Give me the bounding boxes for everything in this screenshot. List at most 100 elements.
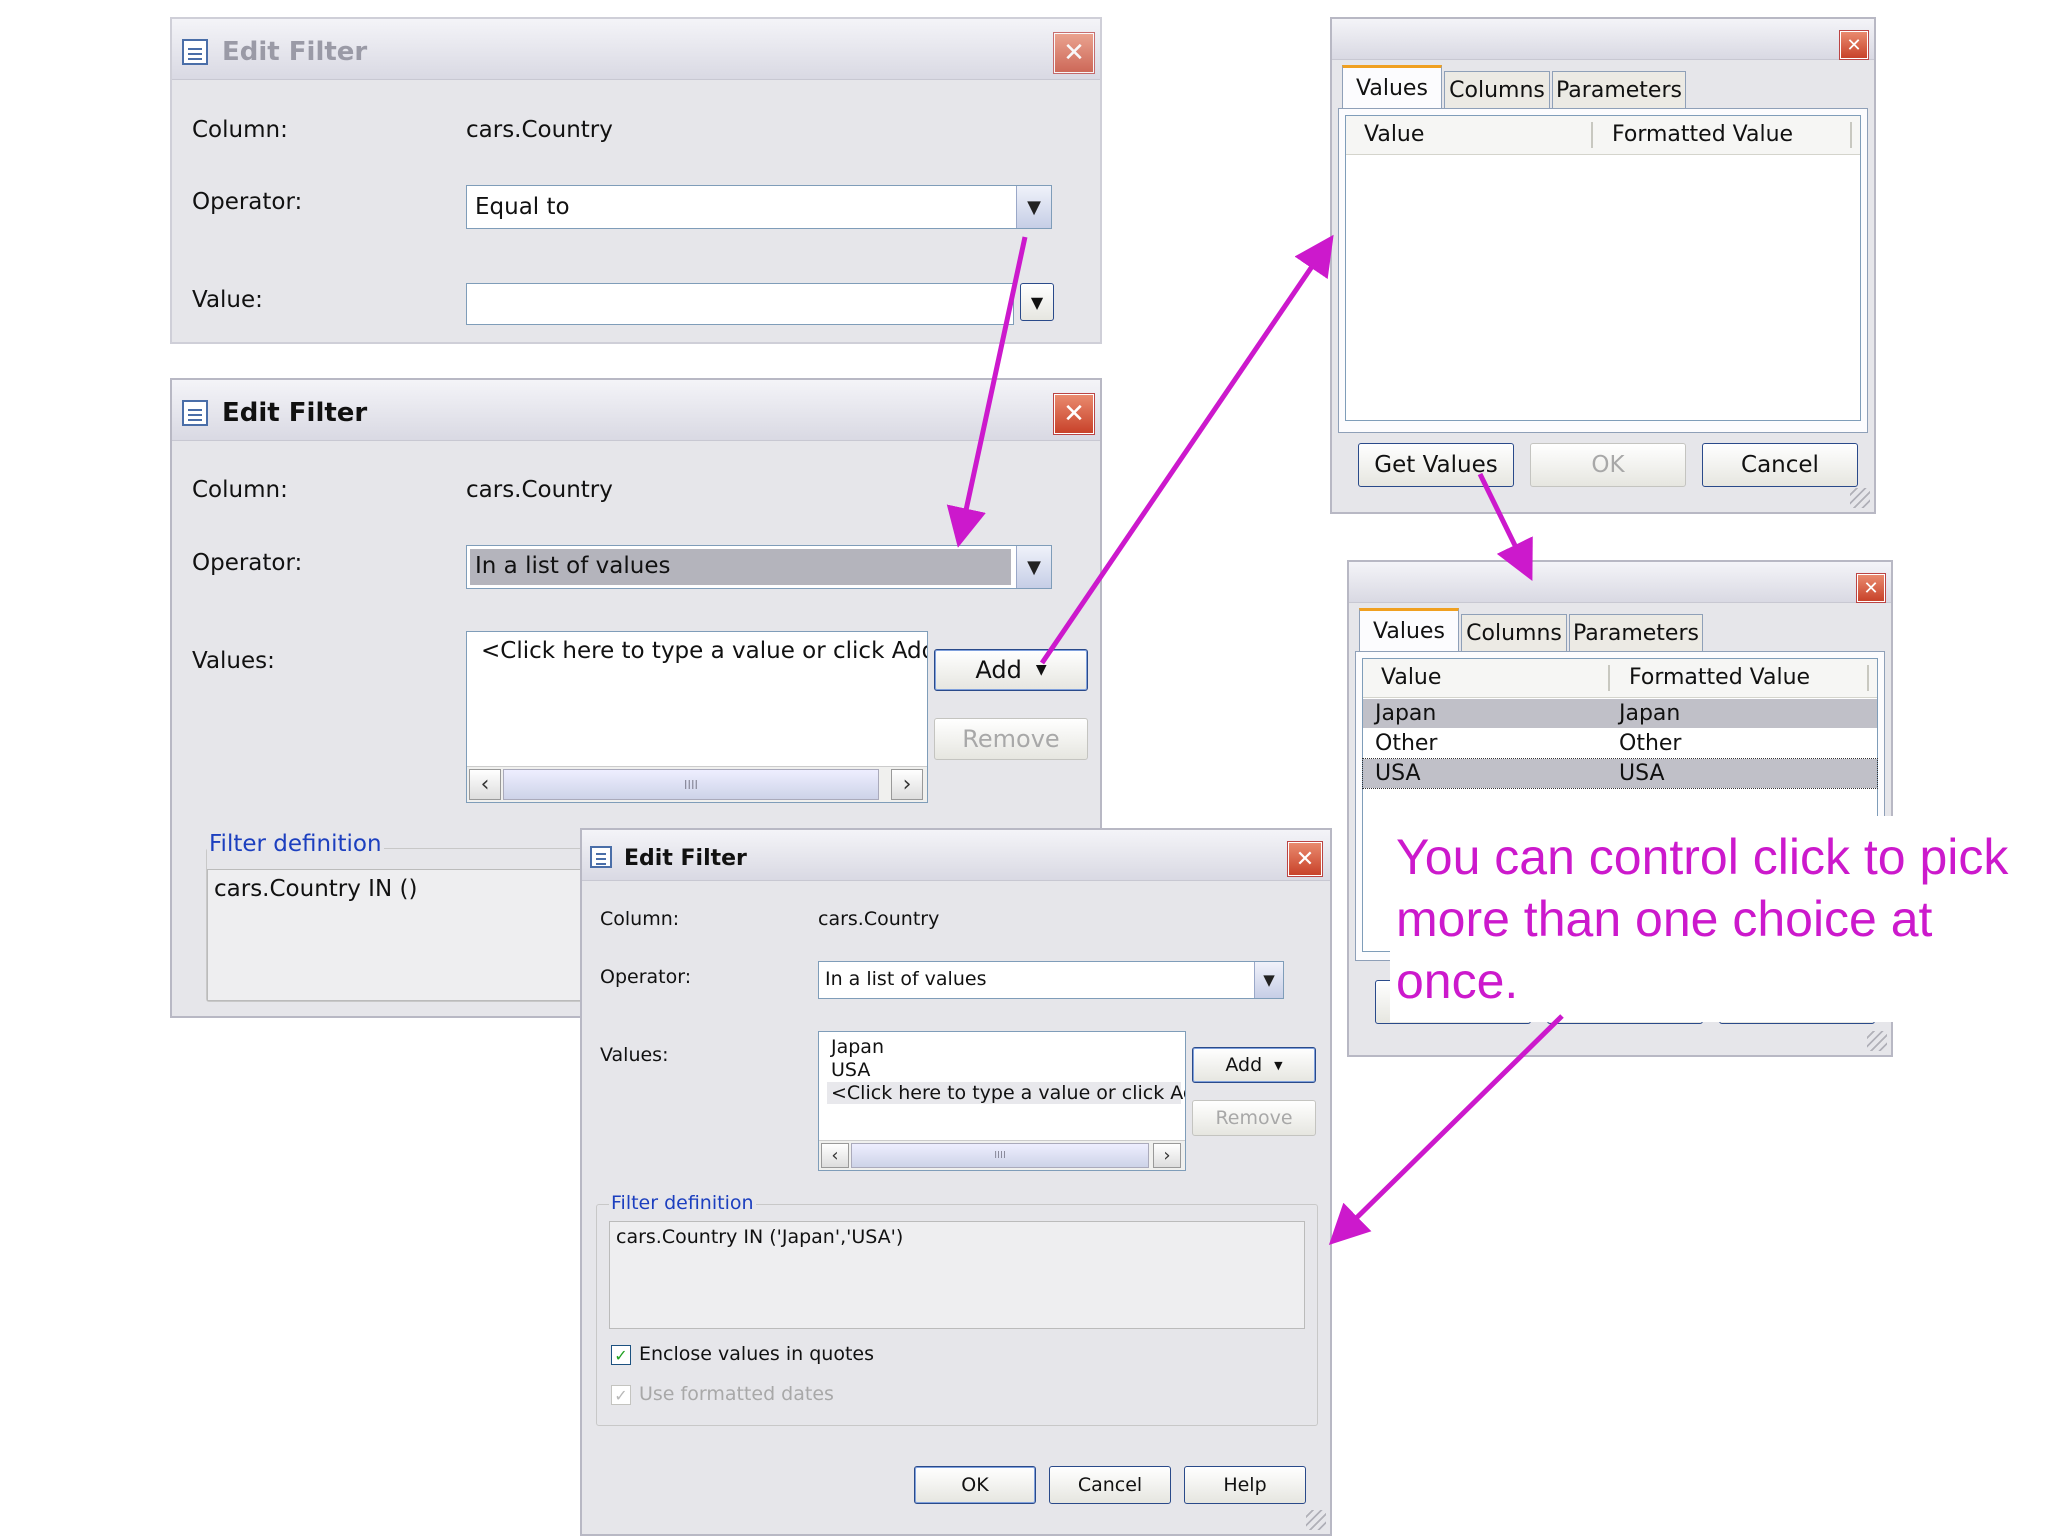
dialog-3-titlebar: Edit Filter ✕ xyxy=(582,830,1330,881)
values-listview[interactable]: Value Formatted Value xyxy=(1345,115,1861,421)
values-label: Values: xyxy=(600,1044,669,1066)
col-value-header[interactable]: Value xyxy=(1381,665,1441,690)
enclose-quotes-label[interactable]: Enclose values in quotes xyxy=(639,1343,874,1365)
operator-select[interactable]: Equal to ▼ xyxy=(466,185,1052,229)
col-formatted-header[interactable]: Formatted Value xyxy=(1612,122,1793,147)
enclose-quotes-checkbox[interactable]: ✓ xyxy=(611,1345,631,1365)
value-label: Value: xyxy=(192,287,263,313)
scroll-left-icon[interactable]: ‹ xyxy=(469,769,501,800)
remove-button[interactable]: Remove xyxy=(1192,1100,1316,1136)
formatted-dates-checkbox[interactable]: ✓ xyxy=(611,1385,631,1405)
tab-columns[interactable]: Columns xyxy=(1444,71,1550,109)
filter-definition-text: cars.Country IN ('Japan','USA') xyxy=(616,1226,904,1248)
add-button-label: Add xyxy=(975,656,1022,684)
scroll-thumb[interactable]: IIII xyxy=(851,1143,1149,1168)
col-separator[interactable] xyxy=(1867,665,1869,691)
close-icon[interactable]: ✕ xyxy=(1840,31,1868,59)
edit-filter-dialog-3: Edit Filter ✕ Column: cars.Country Opera… xyxy=(580,828,1332,1536)
operator-select[interactable]: In a list of values ▼ xyxy=(818,961,1284,999)
value-dropdown-button[interactable]: ▼ xyxy=(1020,283,1054,321)
filter-definition-group: Filter definition cars.Country IN ('Japa… xyxy=(596,1192,1318,1426)
close-icon[interactable]: ✕ xyxy=(1857,574,1885,602)
ok-button[interactable]: OK xyxy=(1530,443,1686,487)
row-formatted: Other xyxy=(1619,731,1682,756)
list-item[interactable]: USA xyxy=(831,1059,870,1081)
values-placeholder[interactable]: <Click here to type a value or click Add… xyxy=(827,1082,1185,1104)
row-value: Other xyxy=(1375,731,1438,756)
tab-values[interactable]: Values xyxy=(1342,65,1442,109)
col-separator[interactable] xyxy=(1850,122,1852,148)
scroll-left-icon[interactable]: ‹ xyxy=(821,1143,849,1168)
close-icon[interactable]: ✕ xyxy=(1288,842,1322,876)
add-button[interactable]: Add ▼ xyxy=(1192,1047,1316,1083)
list-item[interactable]: Other Other xyxy=(1363,729,1877,758)
chevron-down-icon: ▼ xyxy=(1274,1058,1283,1072)
operator-select[interactable]: In a list of values ▼ xyxy=(466,545,1052,589)
col-separator[interactable] xyxy=(1591,122,1593,148)
values-list[interactable]: <Click here to type a value or click Add… xyxy=(466,631,928,803)
scroll-right-icon[interactable]: › xyxy=(1153,1143,1181,1168)
filter-definition-box: cars.Country IN ('Japan','USA') xyxy=(609,1221,1305,1329)
values-placeholder[interactable]: <Click here to type a value or click Add… xyxy=(481,638,927,664)
row-value: USA xyxy=(1375,761,1421,786)
col-separator[interactable] xyxy=(1608,665,1610,691)
filter-definition-text: cars.Country IN () xyxy=(214,876,418,902)
get-values-button[interactable]: Get Values xyxy=(1358,443,1514,487)
cancel-button[interactable]: Cancel xyxy=(1049,1466,1171,1504)
column-label: Column: xyxy=(600,908,680,930)
values-label: Values: xyxy=(192,648,275,674)
operator-label: Operator: xyxy=(192,550,303,576)
operator-select-value: Equal to xyxy=(475,194,570,220)
list-item[interactable]: USA USA xyxy=(1362,758,1878,789)
column-label: Column: xyxy=(192,117,288,143)
value-input[interactable] xyxy=(466,283,1014,325)
chevron-down-icon[interactable]: ▼ xyxy=(1016,186,1051,228)
values-list[interactable]: Japan USA <Click here to type a value or… xyxy=(818,1031,1186,1171)
resize-grip[interactable] xyxy=(1850,488,1870,508)
scroll-thumb[interactable]: IIII xyxy=(503,769,879,800)
filter-icon xyxy=(182,400,208,426)
horizontal-scrollbar[interactable]: ‹ IIII › xyxy=(467,766,927,802)
add-button[interactable]: Add ▼ xyxy=(934,649,1088,691)
column-value: cars.Country xyxy=(466,117,613,143)
dialog-3-title: Edit Filter xyxy=(624,846,747,871)
chevron-down-icon[interactable]: ▼ xyxy=(1016,546,1051,588)
filter-icon xyxy=(182,39,208,65)
cancel-button[interactable]: Cancel xyxy=(1702,443,1858,487)
add-button-label: Add xyxy=(1225,1054,1263,1076)
tab-parameters[interactable]: Parameters xyxy=(1552,71,1686,109)
horizontal-scrollbar[interactable]: ‹ IIII › xyxy=(819,1140,1185,1170)
edit-filter-dialog-1: Edit Filter ✕ Column: cars.Country Opera… xyxy=(170,17,1102,344)
row-formatted: Japan xyxy=(1619,701,1681,726)
filter-definition-label: Filter definition xyxy=(609,1192,756,1214)
col-value-header[interactable]: Value xyxy=(1364,122,1424,147)
remove-button[interactable]: Remove xyxy=(934,718,1088,760)
resize-grip[interactable] xyxy=(1306,1510,1326,1530)
operator-select-value: In a list of values xyxy=(825,968,987,990)
tab-parameters[interactable]: Parameters xyxy=(1569,614,1703,652)
operator-label: Operator: xyxy=(600,966,692,988)
formatted-dates-label[interactable]: Use formatted dates xyxy=(639,1383,834,1405)
help-button[interactable]: Help xyxy=(1184,1466,1306,1504)
ok-button[interactable]: OK xyxy=(914,1466,1036,1504)
list-header: Value Formatted Value xyxy=(1363,659,1877,698)
column-value: cars.Country xyxy=(466,477,613,503)
tab-values[interactable]: Values xyxy=(1359,608,1459,652)
scroll-right-icon[interactable]: › xyxy=(891,769,923,800)
filter-definition-label: Filter definition xyxy=(207,831,384,857)
chevron-down-icon[interactable]: ▼ xyxy=(1254,962,1283,998)
operator-label: Operator: xyxy=(192,189,303,215)
filter-icon xyxy=(590,846,612,868)
close-icon[interactable]: ✕ xyxy=(1054,394,1094,434)
column-label: Column: xyxy=(192,477,288,503)
row-value: Japan xyxy=(1375,701,1437,726)
annotation-text: You can control click to pick more than … xyxy=(1390,816,2048,1022)
list-item[interactable]: Japan xyxy=(831,1036,884,1058)
dialog-2-titlebar: Edit Filter ✕ xyxy=(172,380,1100,441)
list-item[interactable]: Japan Japan xyxy=(1363,699,1877,728)
dialog-1-titlebar: Edit Filter ✕ xyxy=(172,19,1100,80)
col-formatted-header[interactable]: Formatted Value xyxy=(1629,665,1810,690)
tab-columns[interactable]: Columns xyxy=(1461,614,1567,652)
close-icon[interactable]: ✕ xyxy=(1054,33,1094,73)
resize-grip[interactable] xyxy=(1867,1031,1887,1051)
